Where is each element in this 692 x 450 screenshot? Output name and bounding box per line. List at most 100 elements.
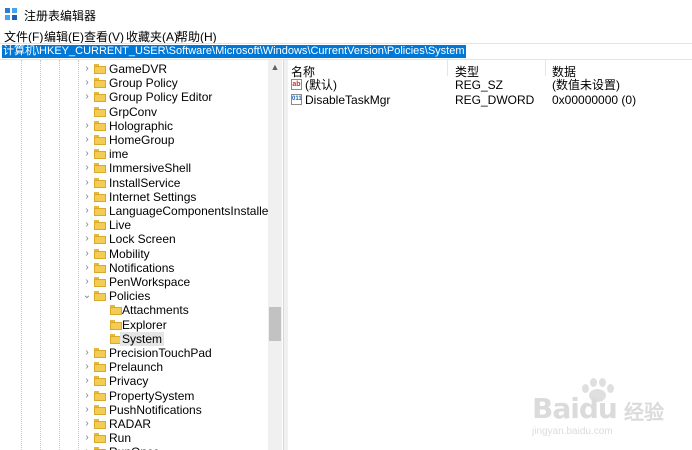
binary-value-icon: 011 [291, 94, 302, 105]
address-path[interactable]: 计算机\HKEY_CURRENT_USER\Software\Microsoft… [2, 45, 466, 58]
chevron-right-icon[interactable]: › [82, 134, 92, 146]
value-data: 0x00000000 (0) [552, 93, 637, 107]
tree-item-lock-screen[interactable]: › Lock Screen [0, 232, 268, 246]
tree-item-immersiveshell[interactable]: › ImmersiveShell [0, 161, 268, 175]
column-divider[interactable] [447, 60, 448, 76]
tree-item-run[interactable]: › Run [0, 431, 268, 445]
scroll-thumb[interactable] [269, 307, 281, 341]
tree-item-radar[interactable]: › RADAR [0, 417, 268, 431]
folder-icon [94, 291, 106, 302]
chevron-right-icon[interactable]: › [82, 248, 92, 260]
folder-icon [94, 120, 106, 131]
tree-item-label: PenWorkspace [109, 275, 191, 289]
chevron-right-icon[interactable]: › [82, 418, 92, 430]
folder-icon [94, 404, 106, 415]
folder-icon [94, 390, 106, 401]
tree-item-ime[interactable]: › ime [0, 147, 268, 161]
address-bar[interactable]: 计算机\HKEY_CURRENT_USER\Software\Microsoft… [0, 43, 692, 60]
tree-item-explorer[interactable]: Explorer [0, 318, 268, 332]
tree-item-label: RADAR [109, 417, 152, 431]
chevron-right-icon[interactable]: › [82, 361, 92, 373]
tree-item-label: Holographic [109, 118, 174, 133]
chevron-right-icon[interactable]: › [82, 219, 92, 231]
folder-icon [110, 319, 122, 330]
tree-item-homegroup[interactable]: › HomeGroup [0, 133, 268, 147]
tree-item-label: PushNotifications [109, 402, 202, 417]
folder-icon [94, 135, 106, 145]
tree-item-label: HomeGroup [109, 133, 175, 147]
value-name: DisableTaskMgr [305, 93, 391, 107]
tree-item-grpconv[interactable]: GrpConv [0, 105, 268, 119]
tree-item-label: Policies [109, 289, 151, 304]
tree-item-runonce[interactable]: › RunOnce [0, 445, 268, 450]
tree-item-installservice[interactable]: › InstallService [0, 176, 268, 190]
tree-item-languagecomponentsinstaller[interactable]: › LanguageComponentsInstaller [0, 204, 272, 218]
folder-icon [94, 206, 106, 216]
chevron-right-icon[interactable]: › [82, 432, 92, 444]
folder-icon [94, 419, 106, 429]
tree-item-label: Group Policy [109, 76, 178, 91]
tree-item-holographic[interactable]: › Holographic [0, 119, 268, 133]
chevron-right-icon[interactable]: › [82, 91, 92, 103]
tree-item-prelaunch[interactable]: › Prelaunch [0, 360, 268, 374]
tree-item-notifications[interactable]: › Notifications [0, 261, 268, 275]
title-bar: 注册表编辑器 [0, 0, 692, 28]
chevron-right-icon[interactable]: › [82, 347, 92, 359]
chevron-right-icon[interactable]: › [82, 276, 92, 288]
tree-item-penworkspace[interactable]: › PenWorkspace [0, 275, 268, 289]
tree-item-privacy[interactable]: › Privacy [0, 374, 268, 388]
tree-item-label: ime [109, 147, 129, 162]
chevron-down-icon[interactable]: ⌄ [82, 290, 92, 302]
chevron-right-icon [82, 106, 92, 118]
string-value-icon: ab [291, 79, 302, 90]
tree-item-live[interactable]: › Live [0, 218, 268, 232]
tree-item-label: Notifications [109, 260, 175, 275]
folder-icon [94, 277, 106, 287]
tree-item-label: InstallService [109, 175, 181, 190]
tree-item-attachments[interactable]: Attachments [0, 303, 268, 317]
chevron-right-icon[interactable]: › [82, 262, 92, 274]
chevron-right-icon[interactable]: › [82, 77, 92, 89]
tree-item-pushnotifications[interactable]: › PushNotifications [0, 403, 268, 417]
chevron-right-icon[interactable]: › [82, 375, 92, 387]
folder-icon [94, 177, 106, 188]
tree-item-policies[interactable]: ⌄ Policies [0, 289, 268, 303]
folder-icon [94, 163, 106, 174]
regedit-app-icon [5, 8, 18, 21]
tree-item-label: LanguageComponentsInstaller [109, 204, 273, 218]
value-row-disabletaskmgr[interactable]: 011 DisableTaskMgr REG_DWORD 0x00000000 … [287, 93, 692, 107]
tree-item-internet-settings[interactable]: › Internet Settings [0, 190, 268, 204]
chevron-right-icon[interactable]: › [82, 233, 92, 245]
tree-item-mobility[interactable]: › Mobility [0, 247, 268, 261]
tree-item-group-policy[interactable]: › Group Policy [0, 76, 268, 90]
tree-item-group-policy-editor[interactable]: › Group Policy Editor [0, 90, 268, 104]
chevron-right-icon[interactable]: › [82, 177, 92, 189]
column-divider[interactable] [545, 60, 546, 76]
value-data: (数值未设置) [552, 78, 620, 92]
folder-icon [94, 78, 106, 89]
tree-item-label: Mobility [109, 246, 150, 261]
chevron-right-icon[interactable]: › [82, 446, 92, 450]
tree-item-label: System [120, 331, 165, 346]
value-row-default[interactable]: ab (默认) REG_SZ (数值未设置) [287, 78, 692, 92]
chevron-right-icon[interactable]: › [82, 162, 92, 174]
tree-scrollbar[interactable]: ▲ [268, 60, 282, 450]
tree-item-precisiontouchpad[interactable]: › PrecisionTouchPad [0, 346, 268, 360]
chevron-right-icon[interactable]: › [82, 120, 92, 132]
chevron-right-icon[interactable]: › [82, 191, 92, 203]
chevron-right-icon[interactable]: › [82, 148, 92, 160]
tree-item-label: Explorer [122, 317, 167, 332]
watermark-cn: 经验 [624, 402, 664, 424]
tree-item-system[interactable]: System [0, 331, 268, 346]
folder-icon [94, 348, 106, 358]
scroll-up-icon[interactable]: ▲ [268, 60, 282, 74]
menu-bar: 文件(F) 编辑(E) 查看(V) 收藏夹(A) 帮助(H) [0, 28, 692, 44]
chevron-right-icon[interactable]: › [82, 63, 92, 75]
tree-item-propertysystem[interactable]: › PropertySystem [0, 389, 268, 403]
tree-item-gamedvr[interactable]: › GameDVR [0, 62, 268, 76]
tree-item-label: ImmersiveShell [109, 161, 192, 176]
chevron-right-icon[interactable]: › [82, 404, 92, 416]
chevron-right-icon[interactable]: › [82, 205, 92, 217]
chevron-right-icon[interactable]: › [82, 390, 92, 402]
chevron-right-icon [99, 319, 109, 331]
